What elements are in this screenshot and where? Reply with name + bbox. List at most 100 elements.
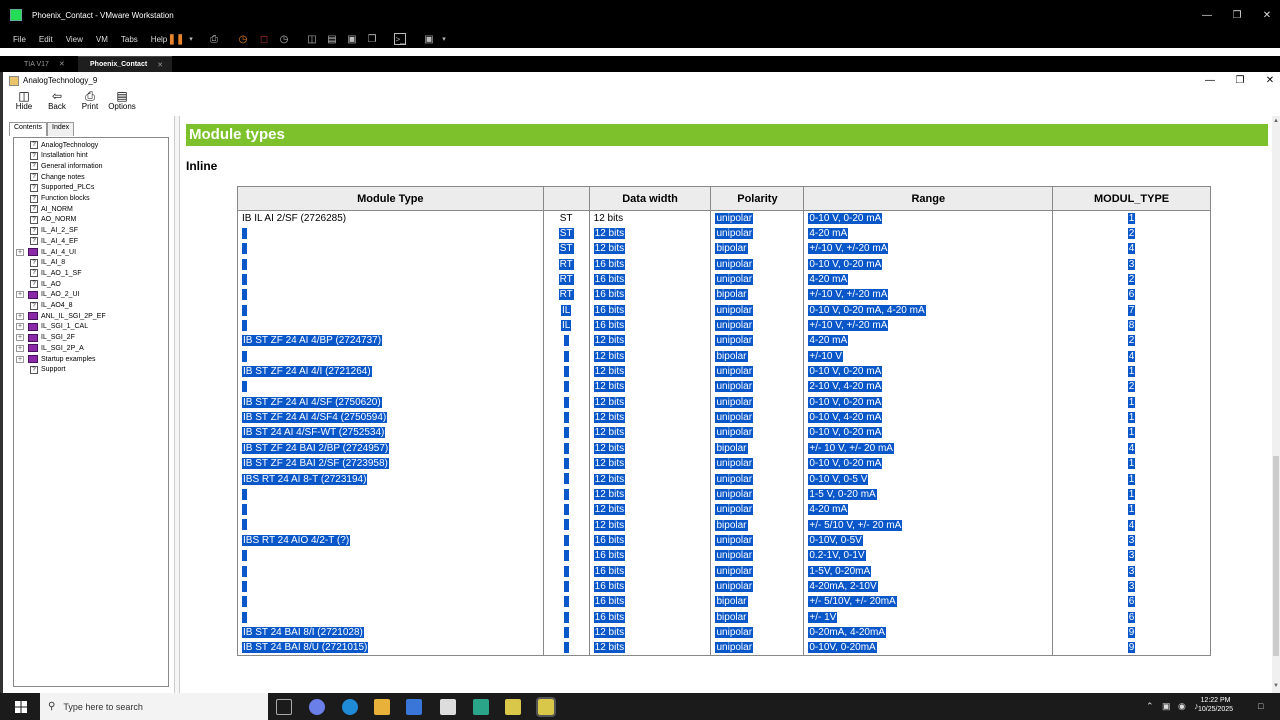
table-row[interactable]: IB ST ZF 24 AI 4/SF4 (2750594) 12 bits uni…	[237, 409, 1211, 426]
table-row[interactable]: IB ST ZF 24 BAI 2/SF (2723958) 12 bits uni…	[237, 456, 1211, 472]
help-viewer-active-icon[interactable]	[536, 697, 556, 717]
menu-edit[interactable]: Edit	[39, 35, 53, 44]
close-tab-icon[interactable]: ✕	[157, 61, 163, 69]
tree-item[interactable]: + Startup examples	[16, 354, 95, 364]
table-row[interactable]: ST 12 bits unipolar 4-20 mA 2	[237, 225, 1211, 242]
tab-contents[interactable]: Contents	[9, 122, 48, 136]
send-keys-icon[interactable]: ⎙	[208, 33, 220, 45]
notifications-icon[interactable]: □	[1258, 701, 1263, 711]
table-row[interactable]: 16 bits unipolar 0.2-1V, 0-1V 3	[237, 548, 1211, 564]
tree-item[interactable]: ? AnalogTechnology	[30, 140, 98, 150]
tree-item[interactable]: ? IL_AO4_8	[30, 301, 73, 311]
table-row[interactable]: 12 bits unipolar 2-10 V, 4-20 mA 2	[237, 379, 1211, 395]
table-row[interactable]: 12 bits bipolar +/-10 V 4	[237, 348, 1211, 364]
table-row[interactable]: IBS RT 24 AI 8-T (2723194) 12 bits unipola…	[237, 471, 1211, 487]
close-tab-icon[interactable]: ✕	[59, 60, 65, 68]
edge-icon[interactable]	[342, 699, 358, 715]
unity-icon[interactable]: ❐	[366, 33, 378, 45]
menu-file[interactable]: File	[13, 35, 26, 44]
tree-item[interactable]: ? Supported_PLCs	[30, 183, 94, 193]
revert-snapshot-icon[interactable]: ◻	[258, 33, 270, 45]
back-button[interactable]: ⇦ Back	[42, 90, 72, 111]
tree-item[interactable]: ? IL_AI_8	[30, 258, 65, 268]
table-row[interactable]: IB ST ZF 24 AI 4/I (2721264) 12 bits unipo…	[237, 363, 1211, 380]
scroll-down-icon[interactable]: ▼	[1272, 683, 1280, 691]
table-row[interactable]: IB ST 24 BAI 8/U (2721015) 12 bits unipola…	[237, 640, 1211, 656]
table-row[interactable]: IB ST ZF 24 AI 4/BP (2724737) 12 bits unip…	[237, 333, 1211, 349]
menu-view[interactable]: View	[66, 35, 83, 44]
tia-portal-icon[interactable]	[473, 699, 489, 715]
expand-icon[interactable]: +	[16, 248, 24, 256]
tree-item[interactable]: + IL_SGI_2P_A	[16, 343, 84, 353]
help-maximize-button[interactable]: ❐	[1230, 72, 1250, 89]
tray-device-icon[interactable]: ▣	[1162, 701, 1171, 712]
table-row[interactable]: 16 bits bipolar +/- 1V 6	[237, 609, 1211, 625]
store-icon[interactable]	[406, 699, 422, 715]
print-button[interactable]: ⎙ Print	[75, 90, 105, 111]
table-row[interactable]: IBS RT 24 AIO 4/2-T (?) 16 bits unipolar 0-…	[237, 532, 1211, 549]
tab-tia-v17[interactable]: TIA V17 ✕	[12, 56, 74, 72]
help-close-button[interactable]: ✕	[1260, 72, 1280, 89]
tree-item[interactable]: ? Change notes	[30, 172, 85, 182]
close-button[interactable]: ✕	[1252, 0, 1280, 30]
expand-icon[interactable]: +	[16, 323, 24, 331]
stretch-dropdown-icon[interactable]: ▾	[438, 33, 450, 45]
help-viewer-icon[interactable]	[505, 699, 521, 715]
tree-item[interactable]: ? AO_NORM	[30, 215, 76, 225]
stretch-icon[interactable]: ▣	[423, 33, 435, 45]
table-row[interactable]: IB ST ZF 24 AI 4/SF (2750620) 12 bits unip…	[237, 394, 1211, 410]
task-view-icon[interactable]	[276, 699, 292, 715]
copilot-icon[interactable]	[309, 699, 325, 715]
minimize-button[interactable]: —	[1192, 0, 1222, 30]
tree-item[interactable]: ? General information	[30, 161, 102, 171]
tab-index[interactable]: Index	[47, 122, 75, 136]
console-icon[interactable]: >_	[394, 33, 406, 45]
tree-item[interactable]: ? Support	[30, 365, 66, 375]
scroll-up-icon[interactable]: ▲	[1272, 118, 1280, 126]
file-explorer-icon[interactable]	[374, 699, 390, 715]
expand-icon[interactable]: +	[16, 355, 24, 363]
help-minimize-button[interactable]: —	[1200, 72, 1220, 89]
tree-item[interactable]: ? IL_AO	[30, 279, 61, 289]
thumbnail-view-icon[interactable]: ▤	[326, 33, 338, 45]
expand-icon[interactable]: +	[16, 344, 24, 352]
chevron-down-icon[interactable]: ▾	[185, 33, 197, 45]
table-row[interactable]: 16 bits bipolar +/- 5/10V, +/- 20mA 6	[237, 594, 1211, 610]
tree-item[interactable]: + IL_AO_2_UI	[16, 290, 80, 300]
tree-item[interactable]: ? IL_AO_1_SF	[30, 268, 81, 278]
table-row[interactable]: ST 12 bits bipolar +/-10 V, +/-20 mA 4	[237, 241, 1211, 257]
table-row[interactable]: RT 16 bits bipolar +/-10 V, +/-20 mA 6	[237, 287, 1211, 303]
expand-icon[interactable]: +	[16, 312, 24, 320]
tree-item[interactable]: ? Function blocks	[30, 194, 90, 204]
table-row[interactable]: IB ST 24 AI 4/SF-WT (2752534) 12 bits unip…	[237, 425, 1211, 441]
tree-item[interactable]: ? AI_NORM	[30, 204, 73, 214]
menu-vm[interactable]: VM	[96, 35, 108, 44]
table-row[interactable]: IL 16 bits unipolar 0-10 V, 0-20 mA, 4-20 m…	[237, 302, 1211, 318]
expand-icon[interactable]: +	[16, 291, 24, 299]
snapshot-manager-icon[interactable]: ◷	[278, 33, 290, 45]
table-row[interactable]: 12 bits unipolar 1-5 V, 0-20 mA 1	[237, 486, 1211, 503]
table-row[interactable]: 12 bits bipolar +/- 5/10 V, +/- 20 mA 4	[237, 517, 1211, 533]
tree-item[interactable]: + IL_AI_4_UI	[16, 247, 76, 257]
options-button[interactable]: ▤ Options	[107, 90, 137, 111]
fullscreen-icon[interactable]: ▣	[346, 33, 358, 45]
tree-item[interactable]: + IL_SGI_1_CAL	[16, 322, 88, 332]
sidebar-view-icon[interactable]: ◫	[306, 33, 318, 45]
tray-network-icon[interactable]: ◉	[1178, 701, 1186, 712]
tree-item[interactable]: + IL_SGI_2F	[16, 333, 75, 343]
scroll-thumb[interactable]	[1273, 456, 1279, 656]
expand-icon[interactable]: +	[16, 334, 24, 342]
table-row[interactable]: 16 bits unipolar 1-5V, 0-20mA 3	[237, 563, 1211, 579]
table-row[interactable]: 16 bits unipolar 4-20mA, 2-10V 3	[237, 578, 1211, 595]
table-row[interactable]: IB ST 24 BAI 8/I (2721028) 12 bits unipola…	[237, 624, 1211, 641]
taskbar-clock[interactable]: 12:22 PM 10/25/2025	[1198, 696, 1233, 714]
table-row[interactable]: IL 16 bits unipolar +/-10 V, +/-20 mA 8	[237, 317, 1211, 334]
tab-phoenix-contact[interactable]: Phoenix_Contact ✕	[78, 56, 172, 72]
pause-icon[interactable]: ❚❚	[168, 33, 185, 45]
windows-start-icon[interactable]	[15, 701, 27, 713]
menu-tabs[interactable]: Tabs	[121, 35, 138, 44]
content-scrollbar[interactable]: ▲ ▼	[1272, 116, 1280, 693]
table-row[interactable]: RT 16 bits unipolar 4-20 mA 2	[237, 271, 1211, 288]
tree-item[interactable]: ? IL_AI_4_EF	[30, 236, 78, 246]
table-row[interactable]: 12 bits unipolar 4-20 mA 1	[237, 502, 1211, 518]
